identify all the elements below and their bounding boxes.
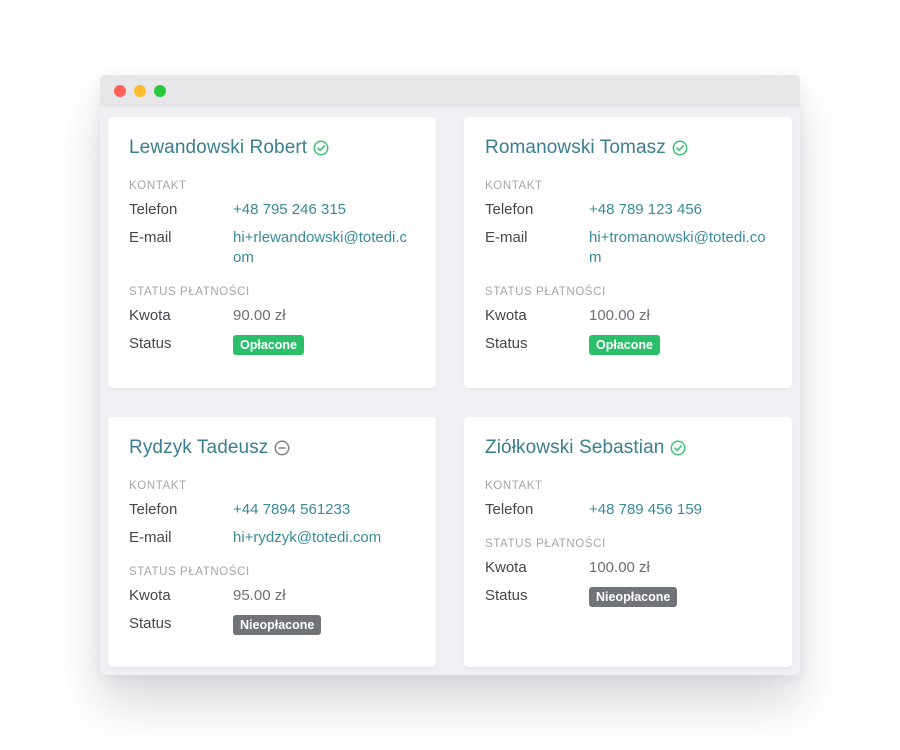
customer-card: Lewandowski Robert KONTAKT Telefon +48 7… (108, 117, 436, 388)
customer-name[interactable]: Rydzyk Tadeusz (129, 437, 268, 459)
email-row: E-mail hi+rlewandowski@totedi.com (129, 228, 415, 268)
customer-name[interactable]: Romanowski Tomasz (485, 137, 666, 159)
minimize-window-button[interactable] (134, 85, 146, 97)
amount-value: 100.00 zł (589, 307, 650, 324)
check-circle-icon (313, 140, 329, 156)
browser-window: Lewandowski Robert KONTAKT Telefon +48 7… (100, 75, 800, 675)
payment-section-title: STATUS PŁATNOŚCI (129, 566, 250, 578)
amount-row: Kwota 90.00 zł (129, 306, 415, 326)
customer-name[interactable]: Lewandowski Robert (129, 137, 307, 159)
phone-label: Telefon (129, 201, 178, 218)
phone-row: Telefon +48 795 246 315 (129, 200, 415, 220)
phone-link[interactable]: +48 789 456 159 (589, 500, 771, 520)
amount-value: 90.00 zł (233, 307, 286, 324)
phone-label: Telefon (129, 501, 178, 518)
amount-label: Kwota (129, 587, 171, 604)
status-row: Status Opłacone (129, 334, 415, 355)
phone-row: Telefon +48 789 456 159 (485, 500, 771, 520)
minus-circle-icon (274, 440, 290, 456)
phone-link[interactable]: +44 7894 561233 (233, 500, 415, 520)
contact-section-title: KONTAKT (129, 180, 187, 192)
amount-label: Kwota (129, 307, 171, 324)
customer-name[interactable]: Ziółkowski Sebastian (485, 437, 664, 459)
amount-row: Kwota 95.00 zł (129, 586, 415, 606)
status-row: Status Opłacone (485, 334, 771, 355)
customer-card: Rydzyk Tadeusz KONTAKT Telefon +44 7894 … (108, 417, 436, 667)
payment-section-title: STATUS PŁATNOŚCI (129, 286, 250, 298)
email-row: E-mail hi+rydzyk@totedi.com (129, 528, 415, 548)
amount-value: 100.00 zł (589, 559, 650, 576)
email-link[interactable]: hi+rydzyk@totedi.com (233, 528, 415, 548)
close-window-button[interactable] (114, 85, 126, 97)
contact-section-title: KONTAKT (485, 180, 543, 192)
contact-section-title: KONTAKT (485, 480, 543, 492)
status-label: Status (129, 615, 172, 632)
phone-label: Telefon (485, 501, 534, 518)
amount-label: Kwota (485, 559, 527, 576)
maximize-window-button[interactable] (154, 85, 166, 97)
payment-status-badge: Nieopłacone (233, 615, 322, 635)
status-row: Status Nieopłacone (485, 586, 771, 607)
status-label: Status (485, 335, 528, 352)
email-row: E-mail hi+tromanowski@totedi.com (485, 228, 771, 268)
email-label: E-mail (129, 229, 172, 246)
phone-row: Telefon +44 7894 561233 (129, 500, 415, 520)
email-link[interactable]: hi+tromanowski@totedi.com (589, 228, 771, 268)
contact-section-title: KONTAKT (129, 480, 187, 492)
check-circle-icon (670, 440, 686, 456)
email-label: E-mail (485, 229, 528, 246)
amount-value: 95.00 zł (233, 587, 286, 604)
payment-section-title: STATUS PŁATNOŚCI (485, 286, 606, 298)
email-label: E-mail (129, 529, 172, 546)
window-titlebar (100, 75, 800, 107)
amount-label: Kwota (485, 307, 527, 324)
payment-status-badge: Opłacone (589, 335, 660, 355)
payment-status-badge: Opłacone (233, 335, 304, 355)
phone-label: Telefon (485, 201, 534, 218)
check-circle-icon (672, 140, 688, 156)
amount-row: Kwota 100.00 zł (485, 306, 771, 326)
phone-row: Telefon +48 789 123 456 (485, 200, 771, 220)
status-label: Status (485, 587, 528, 604)
customer-card: Ziółkowski Sebastian KONTAKT Telefon +48… (464, 417, 792, 667)
status-label: Status (129, 335, 172, 352)
customer-card: Romanowski Tomasz KONTAKT Telefon +48 78… (464, 117, 792, 388)
email-link[interactable]: hi+rlewandowski@totedi.com (233, 228, 415, 268)
phone-link[interactable]: +48 789 123 456 (589, 200, 771, 220)
phone-link[interactable]: +48 795 246 315 (233, 200, 415, 220)
status-row: Status Nieopłacone (129, 614, 415, 635)
payment-status-badge: Nieopłacone (589, 587, 678, 607)
payment-section-title: STATUS PŁATNOŚCI (485, 538, 606, 550)
amount-row: Kwota 100.00 zł (485, 558, 771, 578)
